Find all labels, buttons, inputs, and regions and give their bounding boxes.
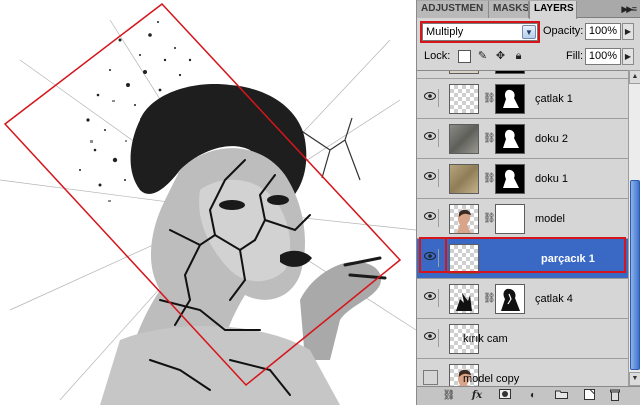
panel-menu-icon[interactable]: ▶▶ ≡: [621, 4, 637, 15]
chain-link-icon: ⛓: [483, 173, 496, 184]
move-lock-icon[interactable]: ✥: [494, 50, 507, 63]
layer-thumbnail: [449, 284, 479, 314]
lock-row: Lock: ✎ ✥ 🔒︎ Fill: 100% ▶: [417, 45, 640, 69]
fill-field[interactable]: 100%: [585, 48, 621, 65]
adjustment-layer-icon[interactable]: ◐: [525, 389, 541, 403]
layer-thumbnail: [449, 84, 479, 114]
layers-scrollbar[interactable]: ▲ ▼: [628, 70, 640, 386]
layer-row[interactable]: kırık cam: [417, 319, 628, 359]
layer-thumbnail: [449, 71, 479, 74]
new-group-icon[interactable]: [553, 389, 569, 403]
layer-mask-thumbnail[interactable]: [495, 284, 525, 314]
brush-lock-icon[interactable]: ✎: [476, 50, 489, 63]
visibility-eye-icon[interactable]: [421, 89, 439, 107]
opacity-label: Opacity:: [543, 25, 584, 37]
layer-mask-thumbnail[interactable]: [495, 84, 525, 114]
layer-mask-thumbnail[interactable]: [495, 204, 525, 234]
layers-panel: ADJUSTMEN MASKS LAYERS ▶▶ ≡ Multiply ▼ O…: [416, 0, 640, 405]
layer-row[interactable]: ⛓ model: [417, 199, 628, 239]
layer-mask-thumbnail[interactable]: [495, 71, 525, 74]
layer-thumbnail: [449, 164, 479, 194]
blend-highlight-box: [420, 21, 540, 43]
tab-adjustments[interactable]: ADJUSTMEN: [417, 1, 489, 18]
chain-link-icon: ⛓: [483, 213, 496, 224]
layer-row[interactable]: ⛓ çatlak 4: [417, 279, 628, 319]
visibility-toggle-empty[interactable]: [423, 370, 438, 385]
layer-thumbnail: [449, 204, 479, 234]
scroll-up-icon[interactable]: ▲: [629, 70, 640, 84]
layer-thumbnail: [449, 124, 479, 154]
layer-name[interactable]: model copy: [463, 373, 519, 385]
document-canvas[interactable]: [0, 0, 416, 405]
layer-name[interactable]: kırık cam: [463, 333, 508, 345]
scroll-thumb[interactable]: [630, 180, 640, 370]
visibility-eye-icon[interactable]: [421, 329, 439, 347]
opacity-field[interactable]: 100%: [585, 23, 621, 40]
fill-label: Fill:: [566, 50, 584, 62]
trash-icon[interactable]: [607, 389, 623, 403]
canvas-artwork: [0, 2, 416, 405]
scroll-down-icon[interactable]: ▼: [629, 372, 640, 386]
fill-slider-button[interactable]: ▶: [622, 48, 634, 65]
tab-masks[interactable]: MASKS: [489, 1, 529, 18]
layer-row[interactable]: ⛓ çatlak 1: [417, 79, 628, 119]
visibility-eye-icon[interactable]: [421, 129, 439, 147]
chain-link-icon: ⛓: [483, 293, 496, 304]
chain-link-icon: ⛓: [483, 93, 496, 104]
layer-mask-thumbnail[interactable]: [495, 164, 525, 194]
layer-row[interactable]: ⛓: [417, 71, 628, 79]
panel-tab-bar: ADJUSTMEN MASKS LAYERS ▶▶ ≡: [417, 0, 640, 19]
layer-name[interactable]: model: [535, 213, 565, 225]
layer-row[interactable]: ⛓ doku 2: [417, 119, 628, 159]
visibility-eye-icon[interactable]: [421, 209, 439, 227]
blend-row: Multiply ▼ Opacity: 100% ▶: [417, 20, 640, 44]
selected-layer-highlight-box: [419, 237, 626, 273]
link-layers-icon[interactable]: ⛓: [441, 389, 457, 403]
layer-mask-thumbnail[interactable]: [495, 124, 525, 154]
transparency-lock-icon[interactable]: [458, 50, 471, 63]
padlock-icon[interactable]: 🔒︎: [512, 50, 525, 63]
eye-highlight-box: [419, 237, 447, 273]
opacity-slider-button[interactable]: ▶: [622, 23, 634, 40]
layer-name[interactable]: çatlak 1: [535, 93, 573, 105]
layer-row[interactable]: model copy: [417, 359, 628, 386]
visibility-eye-icon[interactable]: [421, 289, 439, 307]
layer-row[interactable]: ⛓ doku 1: [417, 159, 628, 199]
visibility-eye-icon[interactable]: [421, 169, 439, 187]
fx-icon[interactable]: fx: [469, 389, 485, 403]
lock-label: Lock:: [424, 50, 451, 62]
tab-layers[interactable]: LAYERS: [529, 1, 577, 19]
add-mask-icon[interactable]: [497, 389, 513, 403]
new-layer-icon[interactable]: [581, 389, 597, 403]
layer-name[interactable]: doku 2: [535, 133, 568, 145]
chain-link-icon: ⛓: [483, 133, 496, 144]
layers-list[interactable]: ⛓ ⛓ çatlak 1 ⛓ doku 2: [417, 70, 628, 386]
layers-bottom-toolbar: ⛓ fx ◐: [417, 386, 640, 405]
layer-name[interactable]: doku 1: [535, 173, 568, 185]
layer-name[interactable]: çatlak 4: [535, 293, 573, 305]
